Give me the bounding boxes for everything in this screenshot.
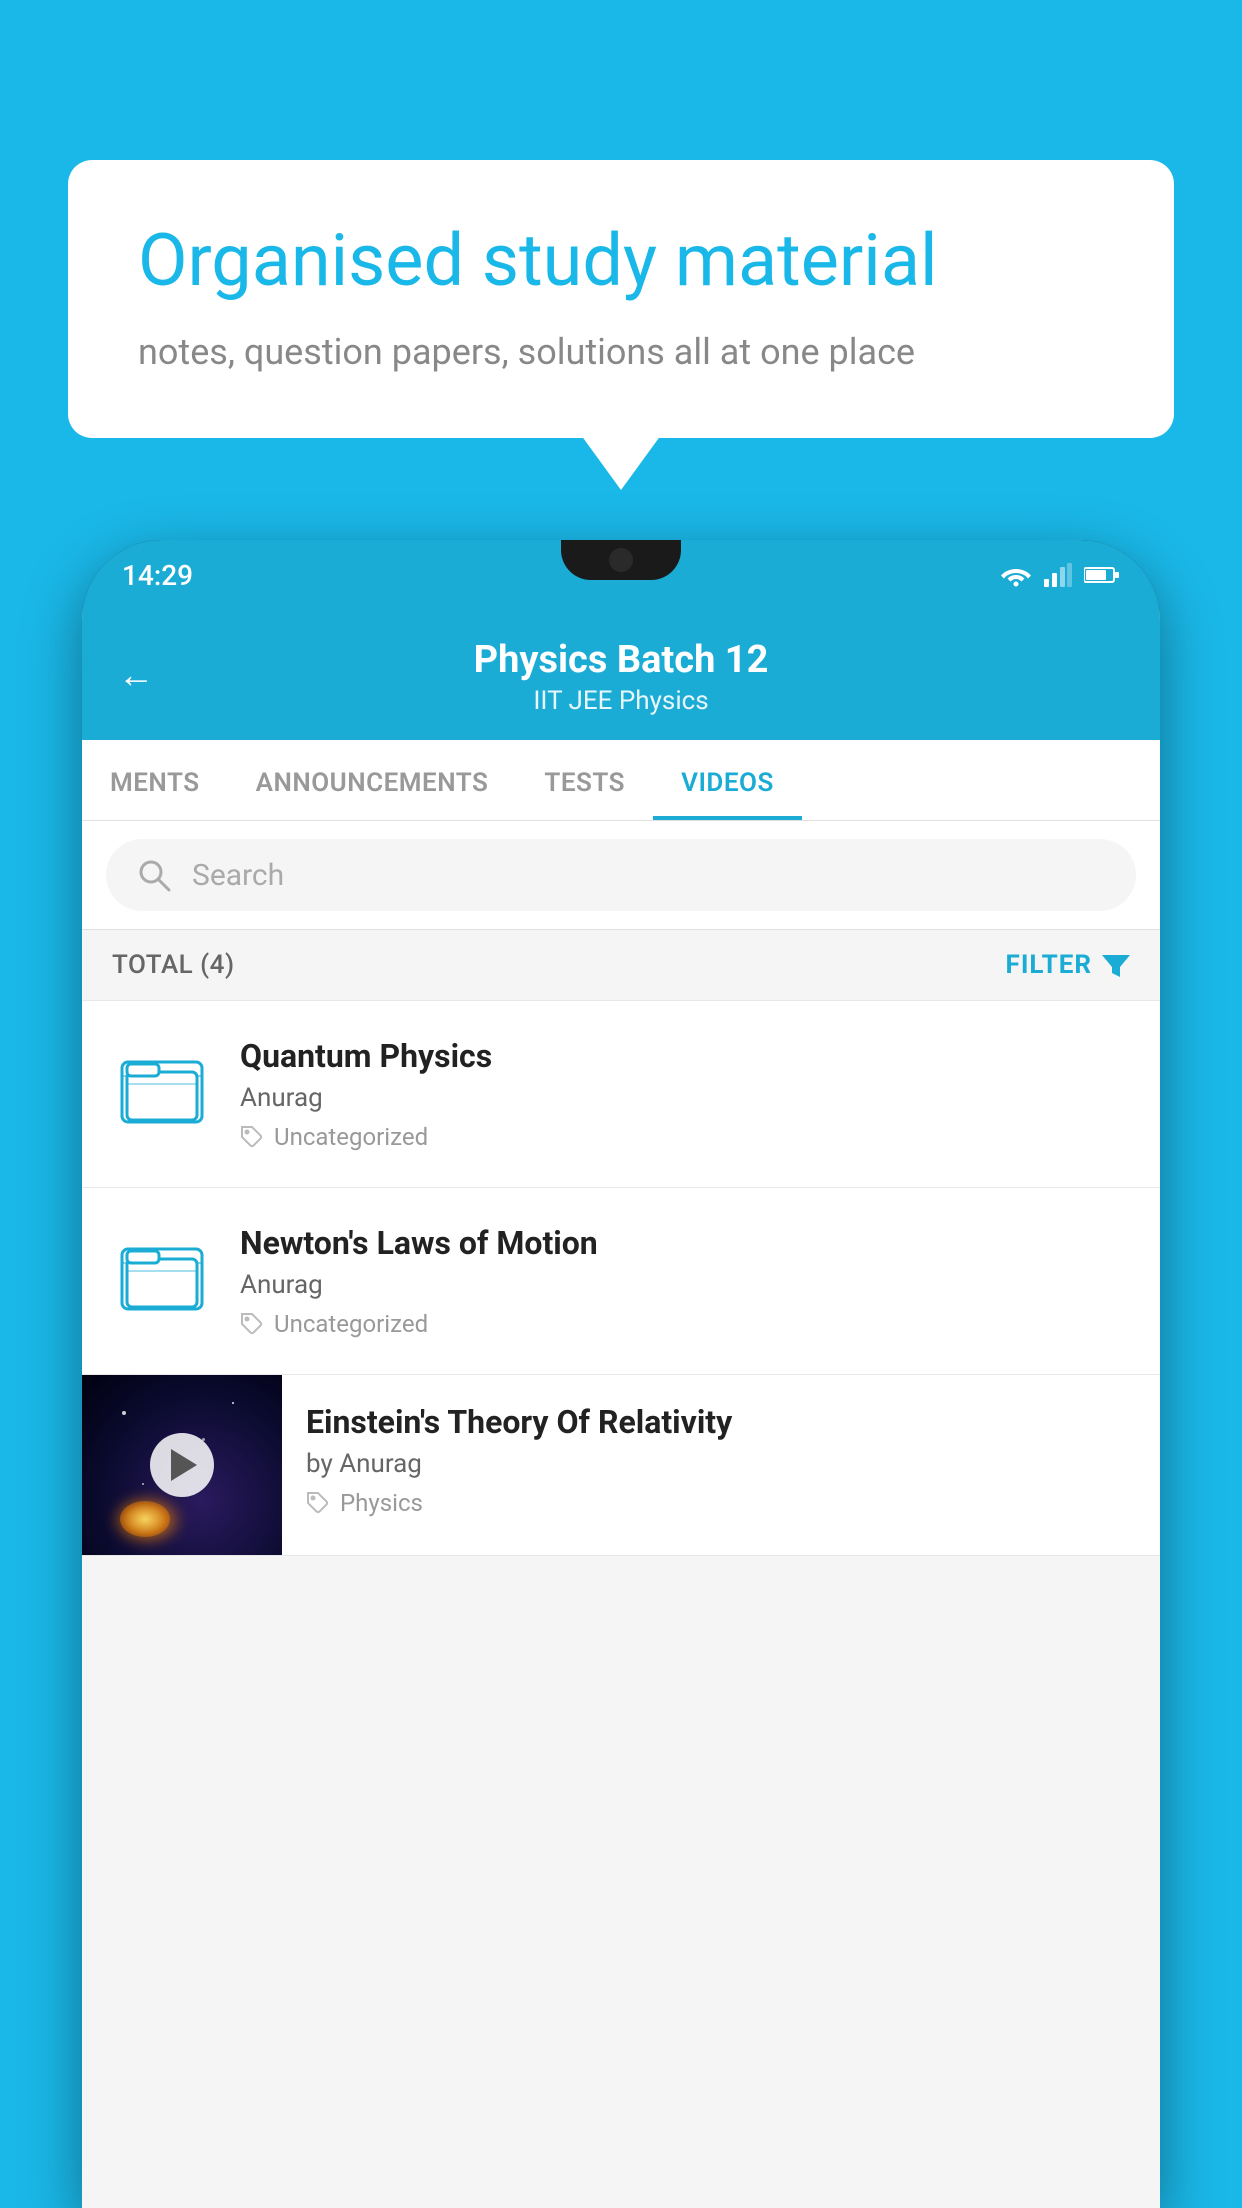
video-info-1: Quantum Physics Anurag Uncategorized (240, 1037, 1130, 1151)
video-author: Anurag (240, 1270, 1130, 1300)
status-icons (1000, 563, 1120, 587)
video-info-2: Newton's Laws of Motion Anurag Uncategor… (240, 1224, 1130, 1338)
notch (561, 540, 681, 580)
page-title: Physics Batch 12 (474, 638, 769, 682)
search-icon (136, 857, 172, 893)
video-title: Einstein's Theory Of Relativity (306, 1403, 1136, 1441)
search-placeholder: Search (192, 858, 284, 893)
video-title: Quantum Physics (240, 1037, 1130, 1075)
speech-bubble-section: Organised study material notes, question… (68, 160, 1174, 438)
video-author: Anurag (240, 1083, 1130, 1113)
wifi-icon (1000, 563, 1032, 587)
page-subtitle: IIT JEE Physics (533, 686, 708, 716)
list-item[interactable]: Einstein's Theory Of Relativity by Anura… (82, 1375, 1160, 1556)
total-count: TOTAL (4) (112, 950, 235, 980)
signal-icon (1044, 563, 1072, 587)
tab-ments[interactable]: MENTS (82, 740, 228, 820)
video-tag: Uncategorized (240, 1123, 1130, 1151)
app-header: ← Physics Batch 12 IIT JEE Physics (82, 610, 1160, 740)
video-title: Newton's Laws of Motion (240, 1224, 1130, 1262)
tab-tests[interactable]: TESTS (516, 740, 653, 820)
video-tag: Uncategorized (240, 1310, 1130, 1338)
folder-icon (117, 1042, 207, 1132)
tab-videos[interactable]: VIDEOS (653, 740, 802, 820)
video-thumbnail-3 (82, 1375, 282, 1555)
camera (609, 548, 633, 572)
subtext-label: notes, question papers, solutions all at… (138, 331, 1104, 373)
folder-icon (117, 1229, 207, 1319)
video-list: Quantum Physics Anurag Uncategorized (82, 1001, 1160, 1556)
tab-announcements[interactable]: ANNOUNCEMENTS (228, 740, 517, 820)
list-item[interactable]: Newton's Laws of Motion Anurag Uncategor… (82, 1188, 1160, 1375)
search-bar: Search (82, 821, 1160, 930)
video-tag: Physics (306, 1489, 1136, 1517)
back-button[interactable]: ← (118, 654, 154, 696)
play-triangle-icon (171, 1449, 197, 1481)
tag-icon (240, 1125, 264, 1149)
video-thumb-2 (112, 1224, 212, 1324)
video-info-3: Einstein's Theory Of Relativity by Anura… (282, 1375, 1160, 1545)
search-input-wrap[interactable]: Search (106, 839, 1136, 911)
video-thumb-1 (112, 1037, 212, 1137)
filter-button[interactable]: FILTER (1006, 950, 1130, 980)
filter-bar: TOTAL (4) FILTER (82, 930, 1160, 1001)
tag-icon (240, 1312, 264, 1336)
app-screen: ← Physics Batch 12 IIT JEE Physics MENTS… (82, 610, 1160, 2208)
headline-text: Organised study material (138, 220, 1104, 303)
speech-bubble-card: Organised study material notes, question… (68, 160, 1174, 438)
tabs-bar: MENTS ANNOUNCEMENTS TESTS VIDEOS (82, 740, 1160, 821)
list-item[interactable]: Quantum Physics Anurag Uncategorized (82, 1001, 1160, 1188)
status-bar: 14:29 (82, 540, 1160, 610)
play-button[interactable] (150, 1433, 214, 1497)
filter-icon (1102, 951, 1130, 979)
video-author: by Anurag (306, 1449, 1136, 1479)
battery-icon (1084, 565, 1120, 585)
status-time: 14:29 (122, 559, 193, 592)
phone-frame: 14:29 ← (82, 540, 1160, 2208)
tag-icon (306, 1491, 330, 1515)
